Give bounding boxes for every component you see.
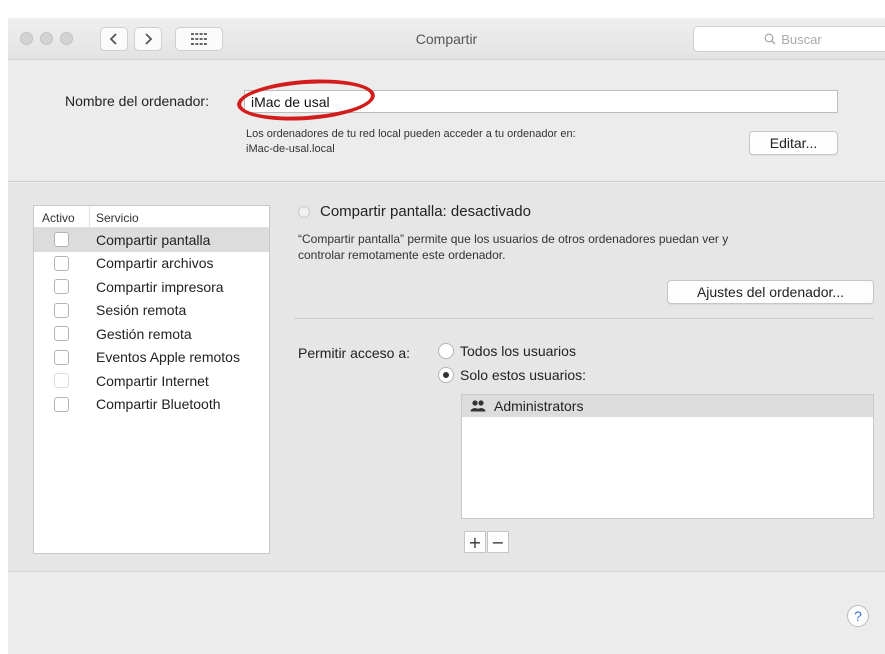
service-description-line: controlar remotamente este ordenador. bbox=[298, 248, 506, 262]
service-row[interactable]: Compartir Internet bbox=[34, 369, 269, 393]
group-icon bbox=[470, 400, 486, 412]
service-checkbox[interactable] bbox=[54, 326, 69, 342]
section-divider bbox=[294, 318, 874, 319]
computer-name-label: Nombre del ordenador: bbox=[65, 93, 209, 109]
service-row[interactable]: Compartir Bluetooth bbox=[34, 393, 269, 417]
local-address-text: Los ordenadores de tu red local pueden a… bbox=[246, 128, 576, 140]
column-header-service[interactable]: Servicio bbox=[90, 206, 139, 227]
service-list-header: Activo Servicio bbox=[34, 206, 269, 228]
title-bar: Compartir Buscar bbox=[8, 18, 885, 60]
service-label: Compartir pantalla bbox=[96, 231, 211, 248]
service-label: Compartir Bluetooth bbox=[96, 396, 221, 413]
service-label: Compartir impresora bbox=[96, 278, 224, 295]
service-rows: Compartir pantalla Compartir archivos Co… bbox=[34, 228, 269, 416]
local-hostname: iMac-de-usal.local bbox=[246, 143, 335, 155]
service-checkbox[interactable] bbox=[54, 373, 69, 389]
local-address-info: Los ordenadores de tu red local pueden a… bbox=[246, 127, 726, 157]
service-label: Compartir Internet bbox=[96, 372, 209, 389]
service-row[interactable]: Eventos Apple remotos bbox=[34, 346, 269, 370]
service-list: Activo Servicio Compartir pantalla Compa… bbox=[33, 205, 270, 554]
status-indicator-icon bbox=[298, 205, 310, 218]
service-status: Compartir pantalla: desactivado bbox=[298, 203, 531, 220]
remove-user-button[interactable]: − bbox=[487, 531, 509, 553]
search-field[interactable]: Buscar bbox=[693, 26, 885, 52]
service-row[interactable]: Compartir impresora bbox=[34, 275, 269, 299]
radio-only-users-label: Solo estos usuarios: bbox=[460, 367, 587, 383]
service-label: Eventos Apple remotos bbox=[96, 349, 240, 366]
add-user-button[interactable]: + bbox=[464, 531, 486, 553]
service-checkbox[interactable] bbox=[54, 232, 69, 248]
service-label: Sesión remota bbox=[96, 302, 187, 319]
user-name: Administrators bbox=[494, 398, 584, 414]
column-header-active[interactable]: Activo bbox=[34, 206, 90, 227]
search-placeholder: Buscar bbox=[781, 31, 822, 47]
service-row[interactable]: Compartir pantalla bbox=[34, 228, 269, 252]
service-checkbox[interactable] bbox=[54, 302, 69, 318]
sharing-window: Compartir Buscar Nombre del ordenador: i… bbox=[8, 18, 885, 654]
service-description: “Compartir pantalla” permite que los usu… bbox=[298, 231, 838, 263]
magnifier-icon bbox=[764, 33, 776, 45]
computer-settings-button[interactable]: Ajustes del ordenador... bbox=[667, 280, 874, 304]
radio-all-users[interactable]: Todos los usuarios bbox=[438, 343, 576, 359]
user-row[interactable]: Administrators bbox=[462, 395, 873, 417]
service-checkbox[interactable] bbox=[54, 255, 69, 271]
service-checkbox[interactable] bbox=[54, 396, 69, 412]
edit-button[interactable]: Editar... bbox=[749, 131, 838, 155]
radio-button[interactable] bbox=[438, 343, 454, 359]
computer-name-input[interactable]: iMac de usal bbox=[244, 90, 838, 113]
radio-only-these-users[interactable]: Solo estos usuarios: bbox=[438, 367, 586, 383]
service-checkbox[interactable] bbox=[54, 349, 69, 365]
service-description-line: “Compartir pantalla” permite que los usu… bbox=[298, 232, 729, 246]
sharing-main-section: Activo Servicio Compartir pantalla Compa… bbox=[8, 183, 885, 572]
help-button[interactable]: ? bbox=[847, 605, 869, 627]
service-row[interactable]: Sesión remota bbox=[34, 299, 269, 323]
service-label: Gestión remota bbox=[96, 325, 192, 342]
service-label: Compartir archivos bbox=[96, 255, 214, 272]
service-row[interactable]: Compartir archivos bbox=[34, 252, 269, 276]
radio-all-users-label: Todos los usuarios bbox=[460, 343, 576, 359]
radio-button-selected[interactable] bbox=[438, 367, 454, 383]
allow-access-label: Permitir acceso a: bbox=[298, 345, 411, 361]
service-row[interactable]: Gestión remota bbox=[34, 322, 269, 346]
service-checkbox[interactable] bbox=[54, 279, 69, 295]
allowed-users-list: Administrators bbox=[461, 394, 874, 519]
service-status-text: Compartir pantalla: desactivado bbox=[320, 203, 531, 220]
computer-name-section: Nombre del ordenador: iMac de usal Los o… bbox=[8, 61, 885, 182]
